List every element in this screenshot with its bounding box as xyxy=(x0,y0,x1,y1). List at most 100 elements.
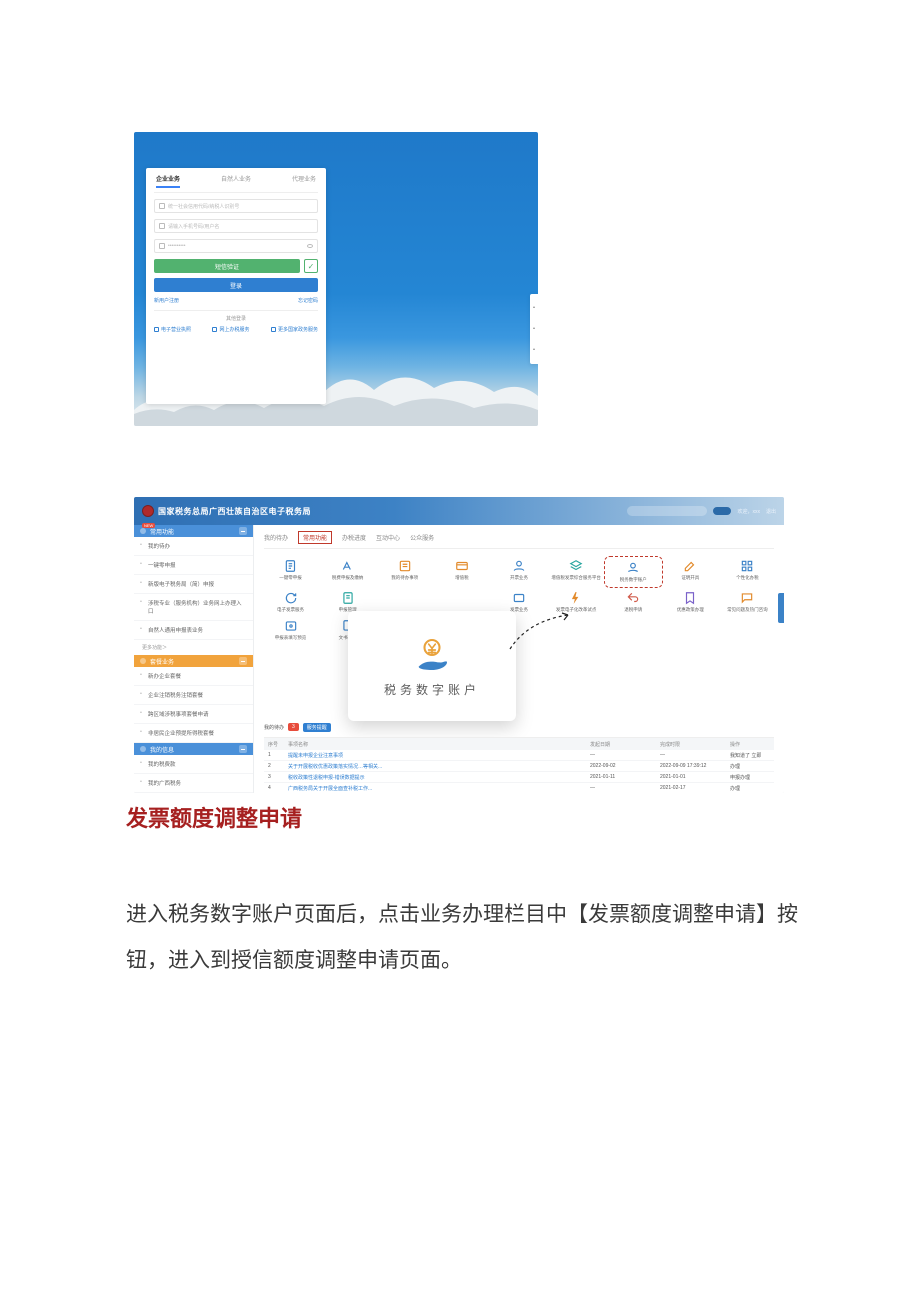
side-tab-dot: • xyxy=(533,326,535,332)
search-button[interactable] xyxy=(713,507,731,515)
logout-link[interactable]: 退出 xyxy=(766,508,776,515)
bookmark-icon xyxy=(681,591,699,605)
sidebar-item[interactable]: 企业注销税务注销套餐 xyxy=(134,686,253,705)
portal-header: 国家税务总局广西壮族自治区电子税务局 请输入关键字搜索 欢迎，xxx 退出 xyxy=(134,497,784,525)
filter-label: 我的待办 xyxy=(264,724,284,731)
section-icon xyxy=(140,746,146,752)
todo-count-badge: 3 xyxy=(288,723,299,731)
func-declare-mgmt[interactable]: 申报管理 xyxy=(321,591,374,613)
table-row[interactable]: 2关于开展税收优惠政策落实情况…等相关...2022-09-022022-09-… xyxy=(264,761,774,772)
globe-icon xyxy=(212,327,217,332)
sidebar-item[interactable]: 涉税专业（服务机构）业务网上办理入口 xyxy=(134,594,253,621)
portal-title: 国家税务总局广西壮族自治区电子税务局 xyxy=(158,506,311,517)
doc-icon xyxy=(154,327,159,332)
grid-icon xyxy=(738,559,756,573)
func-preview[interactable]: 申报表填写预览 xyxy=(264,619,317,641)
main-panel: 我的待办 常用功能 办税进度 互动中心 公众服务 一键零申报 税费申报及缴纳 我… xyxy=(254,525,784,793)
func-invoice-biz[interactable]: 开票业务 xyxy=(492,559,545,585)
callout-label: 税务数字账户 xyxy=(384,681,480,698)
wallet-icon xyxy=(339,559,357,573)
phone-icon xyxy=(159,223,165,229)
side-tab-dot: • xyxy=(533,305,535,311)
instruction-paragraph: 进入税务数字账户页面后，点击业务办理栏目中【发票额度调整申请】按钮，进入到授信额… xyxy=(126,892,810,984)
login-card: 企业业务 自然人业务 代理业务 统一社会信用代码/纳税人识别号 请输入手机号码/… xyxy=(146,168,326,404)
func-invoice-service[interactable]: 发票业务 xyxy=(492,591,545,613)
func-refund[interactable]: 退税申请 xyxy=(607,591,660,613)
online-tax-link[interactable]: 网上办税服务 xyxy=(212,326,249,333)
func-faq[interactable]: 常见问题及热门咨询 xyxy=(721,591,774,613)
tab-agent[interactable]: 代理业务 xyxy=(292,174,316,188)
sidebar-item[interactable]: 我的广西税务 xyxy=(134,774,253,793)
func-zero-declare[interactable]: 一键零申报 xyxy=(264,559,317,585)
eye-icon xyxy=(282,619,300,633)
sidebar-item[interactable]: 自然人通用申报表业务 xyxy=(134,621,253,640)
section-label: 常用功能 xyxy=(150,527,174,536)
function-icon-grid: 一键零申报 税费申报及缴纳 我的待办事项 增值税 开票业务 增值税发票综合服务平… xyxy=(264,559,774,641)
taxpayer-id-field[interactable]: 统一社会信用代码/纳税人识别号 xyxy=(154,199,318,213)
sidebar-item[interactable]: 跨区域涉税事项套餐申请 xyxy=(134,705,253,724)
file-icon xyxy=(339,591,357,605)
password-field[interactable]: •••••••••• xyxy=(154,239,318,253)
main-tabs: 我的待办 常用功能 办税进度 互动中心 公众服务 xyxy=(264,533,774,549)
table-row[interactable]: 3税收政策性退税申报-错误数据提示2021-01-112021-01-01申报办… xyxy=(264,772,774,783)
tab-public[interactable]: 公众服务 xyxy=(410,533,434,544)
tab-interact[interactable]: 互动中心 xyxy=(376,533,400,544)
collapse-icon[interactable] xyxy=(239,745,247,753)
floating-side-tab[interactable]: • • • xyxy=(530,294,538,364)
collapse-icon[interactable] xyxy=(239,657,247,665)
verify-check-button[interactable]: ✓ xyxy=(304,259,318,273)
filter-reminder[interactable]: 服务提醒 xyxy=(303,723,331,732)
other-login-label: 其他登录 xyxy=(154,310,318,322)
section-heading: 发票额度调整申请 xyxy=(126,801,302,833)
forgot-password-link[interactable]: 忘记密码 xyxy=(298,297,318,304)
refresh-icon xyxy=(282,591,300,605)
table-row[interactable]: 4广西税务局关于开展全面查补税工作...—2021-02-17办理 xyxy=(264,783,774,793)
func-einvoice-reform[interactable]: 发票电子化改革试点 xyxy=(550,591,603,613)
sms-verify-button[interactable]: 短信验证 xyxy=(154,259,300,273)
tab-progress[interactable]: 办税进度 xyxy=(342,533,366,544)
tab-individual[interactable]: 自然人业务 xyxy=(221,174,251,188)
func-preferential[interactable]: 优惠政策办理 xyxy=(664,591,717,613)
sidebar-item[interactable]: 新版电子税务局（简）申报 xyxy=(134,575,253,594)
func-tax-digital-account[interactable]: 税务数字账户 xyxy=(607,559,660,585)
register-link[interactable]: 新用户注册 xyxy=(154,297,179,304)
sidebar-section-package: 套餐业务 xyxy=(134,655,253,667)
eye-icon[interactable] xyxy=(307,244,313,248)
sidebar-item[interactable]: 一键零申报 xyxy=(134,556,253,575)
login-screenshot: 企业业务 自然人业务 代理业务 统一社会信用代码/纳税人识别号 请输入手机号码/… xyxy=(134,132,538,426)
tab-enterprise[interactable]: 企业业务 xyxy=(156,174,180,188)
bolt-icon xyxy=(567,591,585,605)
biz-license-login-link[interactable]: 电子营业执照 xyxy=(154,326,191,333)
func-einvoice[interactable]: 电子发票服务 xyxy=(264,591,317,613)
login-tabs: 企业业务 自然人业务 代理业务 xyxy=(154,174,318,193)
func-custom[interactable]: 个性化办税 xyxy=(721,559,774,585)
sidebar-item[interactable]: 非居民企业预提所得税套餐 xyxy=(134,724,253,743)
func-cert[interactable]: 证明开具 xyxy=(664,559,717,585)
section-label: 套餐业务 xyxy=(150,657,174,666)
sidebar-item[interactable]: 新办企业套餐 xyxy=(134,667,253,686)
collapse-icon[interactable] xyxy=(239,527,247,535)
func-vat-platform[interactable]: 增值税发票综合服务平台 xyxy=(550,559,603,585)
tab-todo[interactable]: 我的待办 xyxy=(264,533,288,544)
sidebar: 常用功能 NEW 我的待办 一键零申报 新版电子税务局（简）申报 涉税专业（服务… xyxy=(134,525,254,793)
table-row[interactable]: 1提醒未申报企业注意事项——我知道了 立即 xyxy=(264,750,774,761)
hand-coin-icon xyxy=(412,635,452,675)
user-icon xyxy=(510,559,528,573)
sidebar-item[interactable]: 我的待办 xyxy=(134,537,253,556)
gov-service-link[interactable]: 更多国家政务服务 xyxy=(271,326,318,333)
func-vat[interactable]: 增值税 xyxy=(435,559,488,585)
login-button[interactable]: 登录 xyxy=(154,278,318,292)
phone-field[interactable]: 请输入手机号码/用户名 xyxy=(154,219,318,233)
tab-common[interactable]: 常用功能 xyxy=(298,531,332,544)
sidebar-section-common: 常用功能 NEW xyxy=(134,525,253,537)
user-welcome: 欢迎，xxx xyxy=(737,508,760,515)
header-actions: 请输入关键字搜索 欢迎，xxx 退出 xyxy=(627,506,776,516)
field-placeholder: 统一社会信用代码/纳税人识别号 xyxy=(168,203,239,210)
sidebar-item[interactable]: 我的税费款 xyxy=(134,755,253,774)
sidebar-more-link[interactable]: 更多功能＞ xyxy=(134,640,253,655)
doc-icon xyxy=(282,559,300,573)
national-emblem-icon xyxy=(142,505,154,517)
func-tax-pay[interactable]: 税费申报及缴纳 xyxy=(321,559,374,585)
dashboard-screenshot: 国家税务总局广西壮族自治区电子税务局 请输入关键字搜索 欢迎，xxx 退出 常用… xyxy=(134,497,784,793)
func-my-todo[interactable]: 我的待办事项 xyxy=(378,559,431,585)
